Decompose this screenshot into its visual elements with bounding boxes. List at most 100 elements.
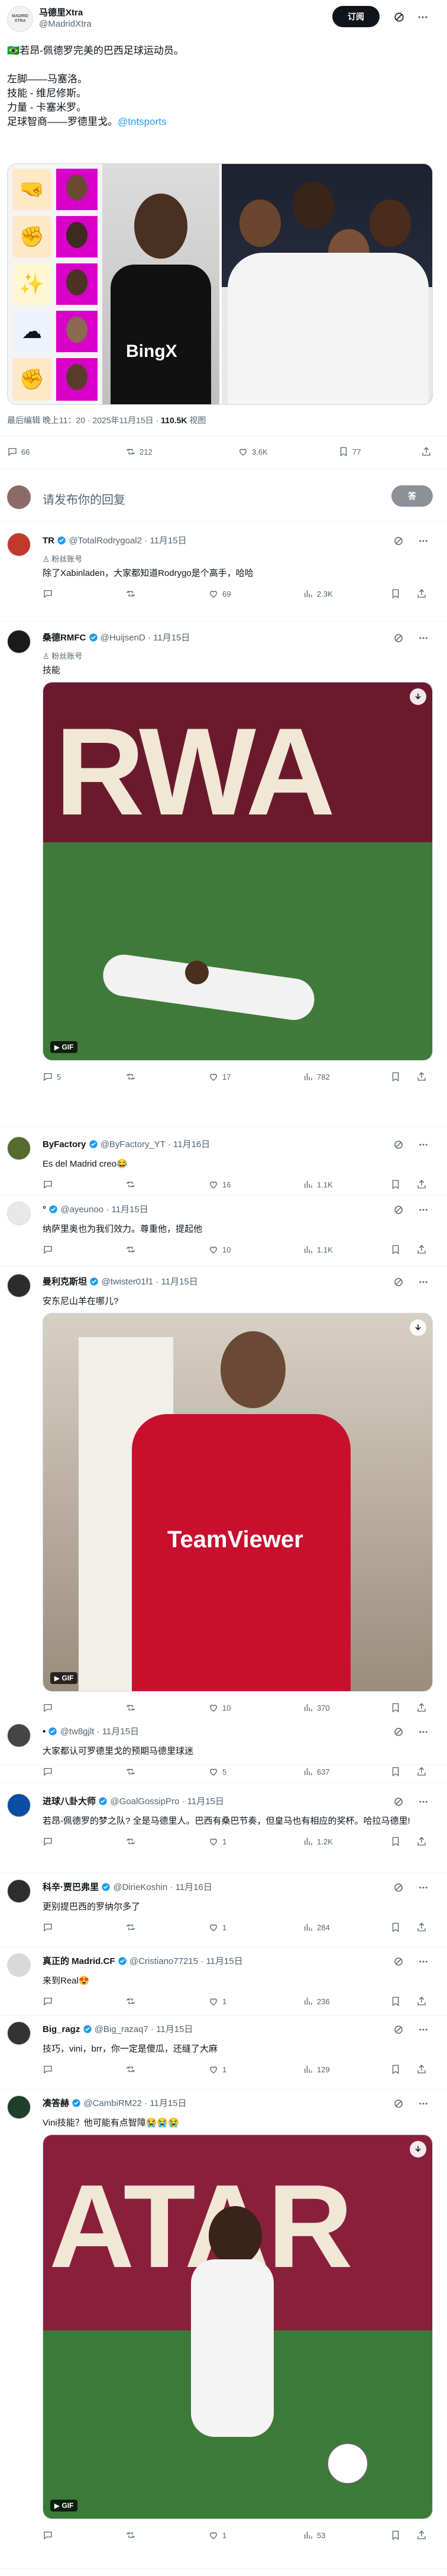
views-button[interactable]: 129: [303, 2063, 330, 2076]
retweet-button[interactable]: [125, 1178, 140, 1191]
grok-icon[interactable]: [393, 1204, 404, 1216]
my-avatar[interactable]: [7, 485, 31, 509]
like-button[interactable]: 3.6K: [238, 445, 268, 458]
bookmark-button[interactable]: [390, 1995, 401, 2008]
retweet-button[interactable]: [125, 587, 140, 600]
reply-item[interactable]: 曼利克斯坦 @twister01f1 · 11月15日 安东尼山羊在哪儿? Te…: [0, 1274, 447, 1765]
reply-author-name[interactable]: •: [43, 1727, 46, 1737]
like-button[interactable]: 1: [208, 1835, 226, 1848]
reply-avatar[interactable]: [7, 533, 31, 556]
reply-avatar[interactable]: [7, 630, 31, 653]
more-icon[interactable]: [417, 1276, 429, 1288]
reply-submit-button[interactable]: 答: [391, 485, 433, 507]
like-button[interactable]: 16: [208, 1178, 231, 1191]
reply-item[interactable]: ° @ayeunoo · 11月15日 纳萨里奥也为我们效力。尊重他，提起他 1…: [0, 1202, 447, 1267]
share-button[interactable]: [416, 587, 427, 600]
reply-time[interactable]: · 11月15日: [106, 1205, 148, 1215]
reply-button[interactable]: [43, 1765, 57, 1778]
grok-icon[interactable]: [393, 11, 406, 24]
reply-handle[interactable]: @GoalGossipPro: [110, 1796, 179, 1807]
reply-avatar[interactable]: [7, 2095, 31, 2119]
like-button[interactable]: 1: [208, 2063, 226, 2076]
reply-time[interactable]: · 11月15日: [156, 1277, 197, 1287]
team-photo[interactable]: [222, 164, 432, 404]
mention-link[interactable]: @tntsports: [118, 116, 166, 127]
reply-author-name[interactable]: 科辛·贾巴弗里: [43, 1882, 99, 1892]
grok-icon[interactable]: [393, 632, 404, 644]
reply-author-name[interactable]: Big_ragz: [43, 2024, 80, 2034]
grok-icon[interactable]: [393, 535, 404, 547]
bookmark-button[interactable]: [390, 1765, 401, 1778]
like-button[interactable]: 17: [208, 1070, 231, 1083]
reply-item[interactable]: • @tw8gjlt · 11月15日 大家都认可罗德里戈的预期马德里球迷 5 …: [0, 1724, 447, 1783]
reply-time[interactable]: · 11月15日: [200, 1956, 242, 1966]
reply-button[interactable]: [43, 2063, 57, 2076]
reply-author-name[interactable]: 进球八卦大师: [43, 1796, 96, 1807]
reply-item[interactable]: Big_ragz @Big_razaq7 · 11月15日 技巧，vini，br…: [0, 2021, 447, 2089]
reply-input[interactable]: 请发布你的回复: [43, 490, 125, 507]
reply-time[interactable]: · 11月16日: [168, 1139, 210, 1149]
share-button[interactable]: [416, 1921, 427, 1934]
reply-handle[interactable]: @ByFactory_YT: [101, 1139, 166, 1149]
reply-handle[interactable]: @tw8gjlt: [60, 1727, 95, 1737]
reply-gif[interactable]: ATAR ▶ GIF: [43, 2134, 433, 2519]
reply-avatar[interactable]: [7, 1879, 31, 1903]
reply-item[interactable]: 凑答赫 @CambiRM22 · 11月15日 Vini技能？他可能有点智障😭😭…: [0, 2095, 447, 2569]
grok-icon[interactable]: [393, 1276, 404, 1288]
share-button[interactable]: [416, 2063, 427, 2076]
reply-item[interactable]: 桑德RMFC @HuijsenD · 11月15日 ♙ 粉丝账号 技能 RWA …: [0, 630, 447, 1127]
reply-time[interactable]: · 11月15日: [144, 536, 186, 546]
like-button[interactable]: 1: [208, 1921, 226, 1934]
more-icon[interactable]: [417, 1139, 429, 1151]
more-icon[interactable]: [417, 1956, 429, 1968]
more-icon[interactable]: [417, 632, 429, 644]
download-icon[interactable]: [410, 688, 426, 705]
grok-icon[interactable]: [393, 1956, 404, 1968]
reply-handle[interactable]: @Cristiano77215: [129, 1956, 198, 1966]
reply-item[interactable]: 科辛·贾巴弗里 @DirieKoshin · 11月16日 更别提巴西的罗纳尔多…: [0, 1879, 447, 1947]
reply-avatar[interactable]: [7, 1724, 31, 1747]
post-images[interactable]: 🤜 ✊ ✨ ☁ ✊ BingX: [7, 163, 433, 405]
retweet-button[interactable]: [125, 1243, 140, 1256]
reply-button[interactable]: [43, 1178, 57, 1191]
reply-button[interactable]: [43, 1243, 57, 1256]
reply-item[interactable]: 进球八卦大师 @GoalGossipPro · 11月15日 若昂-佩德罗的梦之…: [0, 1793, 447, 1873]
like-button[interactable]: 1: [208, 1995, 226, 2008]
reply-button[interactable]: 66: [7, 445, 30, 458]
share-button[interactable]: [416, 1178, 427, 1191]
retweet-button[interactable]: [125, 1701, 140, 1714]
download-icon[interactable]: [410, 1319, 426, 1336]
views-button[interactable]: 1.2K: [303, 1835, 333, 1848]
reply-avatar[interactable]: [7, 2021, 31, 2045]
share-button[interactable]: [416, 1765, 427, 1778]
reply-handle[interactable]: @twister01f1: [101, 1277, 153, 1287]
views-button[interactable]: 782: [303, 1070, 330, 1083]
bookmark-button[interactable]: [390, 1070, 401, 1083]
grok-icon[interactable]: [393, 2098, 404, 2110]
views-button[interactable]: 370: [303, 1701, 330, 1714]
more-icon[interactable]: [417, 1726, 429, 1738]
reply-button[interactable]: [43, 1995, 57, 2008]
views-button[interactable]: 1.1K: [303, 1178, 333, 1191]
retweet-button[interactable]: [125, 1835, 140, 1848]
more-icon[interactable]: [417, 1204, 429, 1216]
reply-item[interactable]: 真正的 Madrid.CF @Cristiano77215 · 11月15日 来…: [0, 1953, 447, 2015]
retweet-button[interactable]: [125, 1765, 140, 1778]
like-button[interactable]: 1: [208, 2529, 226, 2542]
share-button[interactable]: [416, 1995, 427, 2008]
retweet-button[interactable]: [125, 1070, 140, 1083]
bookmark-button[interactable]: [390, 2529, 401, 2542]
download-icon[interactable]: [410, 2141, 426, 2158]
reply-time[interactable]: · 11月15日: [182, 1796, 224, 1807]
views-button[interactable]: 2.3K: [303, 587, 333, 600]
bookmark-button[interactable]: [390, 587, 401, 600]
reply-item[interactable]: ByFactory @ByFactory_YT · 11月16日 Es del …: [0, 1136, 447, 1196]
retweet-button[interactable]: [125, 1921, 140, 1934]
views-button[interactable]: 53: [303, 2529, 325, 2542]
reply-author-name[interactable]: ByFactory: [43, 1139, 86, 1149]
reply-author-name[interactable]: 桑德RMFC: [43, 633, 86, 643]
reply-author-name[interactable]: 真正的 Madrid.CF: [43, 1956, 115, 1966]
bookmark-button[interactable]: [390, 1835, 401, 1848]
like-button[interactable]: 5: [208, 1765, 226, 1778]
share-button[interactable]: [416, 1835, 427, 1848]
